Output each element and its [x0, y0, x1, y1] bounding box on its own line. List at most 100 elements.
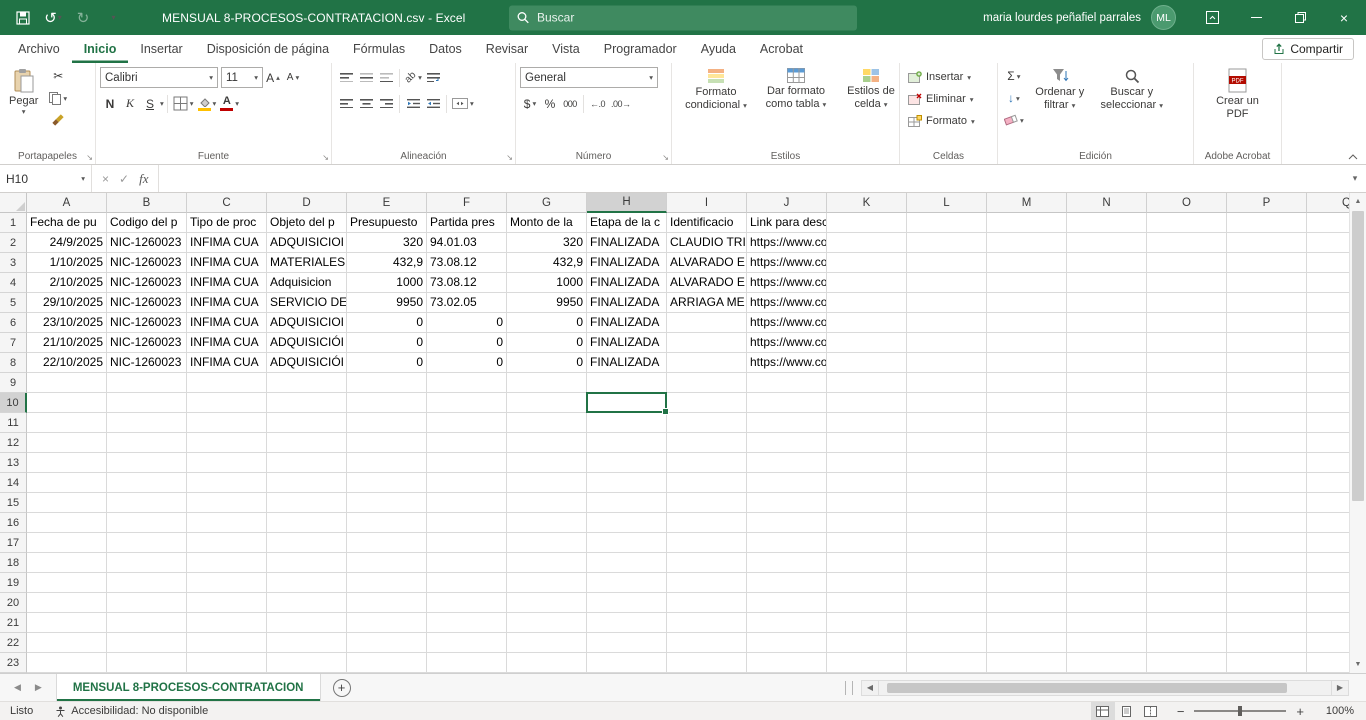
cell-C2[interactable]: INFIMA CUA — [187, 233, 267, 253]
cell-E8[interactable]: 0 — [347, 353, 427, 373]
cell-Q3[interactable] — [1307, 253, 1349, 273]
row-header-10[interactable]: 10 — [0, 393, 27, 413]
cell-H19[interactable] — [587, 573, 667, 593]
cell-I19[interactable] — [667, 573, 747, 593]
cell-L20[interactable] — [907, 593, 987, 613]
cell-O19[interactable] — [1147, 573, 1227, 593]
cell-O3[interactable] — [1147, 253, 1227, 273]
cell-E2[interactable]: 320 — [347, 233, 427, 253]
cell-D13[interactable] — [267, 453, 347, 473]
cell-Q20[interactable] — [1307, 593, 1349, 613]
cell-L22[interactable] — [907, 633, 987, 653]
format-painter-button[interactable] — [47, 110, 69, 130]
cell-Q7[interactable] — [1307, 333, 1349, 353]
search-input[interactable] — [537, 11, 817, 25]
cell-O6[interactable] — [1147, 313, 1227, 333]
cell-F6[interactable]: 0 — [427, 313, 507, 333]
cell-O21[interactable] — [1147, 613, 1227, 633]
find-select-button[interactable]: Buscar y seleccionar ▾ — [1094, 66, 1170, 148]
cell-E4[interactable]: 1000 — [347, 273, 427, 293]
minimize-button[interactable] — [1234, 0, 1278, 35]
cell-E22[interactable] — [347, 633, 427, 653]
cell-O17[interactable] — [1147, 533, 1227, 553]
row-header-8[interactable]: 8 — [0, 353, 27, 373]
cell-O20[interactable] — [1147, 593, 1227, 613]
cell-D19[interactable] — [267, 573, 347, 593]
column-header-F[interactable]: F — [427, 193, 507, 213]
cell-M23[interactable] — [987, 653, 1067, 673]
cell-P19[interactable] — [1227, 573, 1307, 593]
cell-M3[interactable] — [987, 253, 1067, 273]
cell-N14[interactable] — [1067, 473, 1147, 493]
cell-B3[interactable]: NIC-1260023 — [107, 253, 187, 273]
ribbon-tab-programador[interactable]: Programador — [592, 35, 689, 63]
italic-button[interactable]: K — [120, 94, 140, 114]
hscroll-left-icon[interactable]: ◀ — [861, 680, 879, 696]
cell-M18[interactable] — [987, 553, 1067, 573]
cell-A17[interactable] — [27, 533, 107, 553]
cell-H9[interactable] — [587, 373, 667, 393]
formula-input[interactable] — [159, 165, 1344, 192]
cell-L18[interactable] — [907, 553, 987, 573]
row-header-7[interactable]: 7 — [0, 333, 27, 353]
cell-Q5[interactable] — [1307, 293, 1349, 313]
cell-O18[interactable] — [1147, 553, 1227, 573]
cell-A21[interactable] — [27, 613, 107, 633]
fill-button[interactable]: ↓▾ — [1002, 88, 1026, 108]
cell-C1[interactable]: Tipo de proc — [187, 213, 267, 233]
cell-A20[interactable] — [27, 593, 107, 613]
cell-F17[interactable] — [427, 533, 507, 553]
cell-D1[interactable]: Objeto del p — [267, 213, 347, 233]
cell-Q23[interactable] — [1307, 653, 1349, 673]
cell-C20[interactable] — [187, 593, 267, 613]
scroll-up-icon[interactable]: ▲ — [1350, 193, 1366, 210]
cell-K20[interactable] — [827, 593, 907, 613]
cell-J21[interactable] — [747, 613, 827, 633]
row-header-19[interactable]: 19 — [0, 573, 27, 593]
column-header-O[interactable]: O — [1147, 193, 1227, 213]
cell-M7[interactable] — [987, 333, 1067, 353]
cell-I13[interactable] — [667, 453, 747, 473]
cell-P1[interactable] — [1227, 213, 1307, 233]
cell-M10[interactable] — [987, 393, 1067, 413]
cell-H6[interactable]: FINALIZADA — [587, 313, 667, 333]
underline-button[interactable]: S — [140, 94, 160, 114]
cell-M22[interactable] — [987, 633, 1067, 653]
cell-H15[interactable] — [587, 493, 667, 513]
cell-P6[interactable] — [1227, 313, 1307, 333]
cell-B12[interactable] — [107, 433, 187, 453]
row-header-18[interactable]: 18 — [0, 553, 27, 573]
column-header-C[interactable]: C — [187, 193, 267, 213]
cell-P7[interactable] — [1227, 333, 1307, 353]
percent-format-button[interactable]: % — [540, 94, 560, 114]
dialog-launcher-icon[interactable]: ↘ — [322, 154, 329, 162]
cell-J18[interactable] — [747, 553, 827, 573]
row-header-12[interactable]: 12 — [0, 433, 27, 453]
cell-A22[interactable] — [27, 633, 107, 653]
cell-D14[interactable] — [267, 473, 347, 493]
cell-K6[interactable] — [827, 313, 907, 333]
normal-view-button[interactable] — [1091, 702, 1115, 720]
cell-K16[interactable] — [827, 513, 907, 533]
cell-A9[interactable] — [27, 373, 107, 393]
cell-E9[interactable] — [347, 373, 427, 393]
cell-L11[interactable] — [907, 413, 987, 433]
cell-N17[interactable] — [1067, 533, 1147, 553]
cell-B17[interactable] — [107, 533, 187, 553]
cell-L15[interactable] — [907, 493, 987, 513]
tab-splitter-handle[interactable] — [845, 681, 853, 695]
cell-G17[interactable] — [507, 533, 587, 553]
increase-decimal-button[interactable]: ←.0 — [587, 99, 608, 109]
cell-E15[interactable] — [347, 493, 427, 513]
cell-J2[interactable]: https://www.compraspublicas.gob.ec/Proce… — [747, 233, 827, 253]
cell-J4[interactable]: https://www.compraspublicas.gob.ec/Proce… — [747, 273, 827, 293]
cell-A2[interactable]: 24/9/2025 — [27, 233, 107, 253]
cell-L21[interactable] — [907, 613, 987, 633]
zoom-slider-thumb[interactable] — [1238, 706, 1242, 716]
merge-center-button[interactable]: ▾ — [450, 94, 476, 114]
column-header-D[interactable]: D — [267, 193, 347, 213]
row-header-15[interactable]: 15 — [0, 493, 27, 513]
cell-Q2[interactable] — [1307, 233, 1349, 253]
cell-M14[interactable] — [987, 473, 1067, 493]
new-sheet-button[interactable]: + — [333, 679, 351, 697]
